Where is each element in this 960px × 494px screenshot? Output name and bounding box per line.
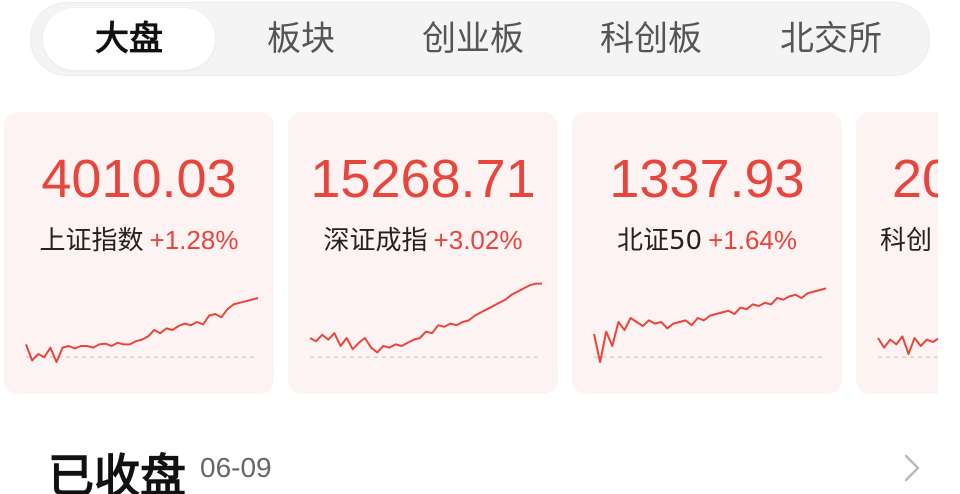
index-change: +1.28% — [149, 225, 239, 255]
index-card-shanghai[interactable]: 4010.03 上证指数 +1.28% — [4, 112, 274, 394]
sparkline — [877, 335, 938, 358]
sparkline-path — [877, 335, 938, 355]
index-value: 20 — [892, 149, 938, 209]
index-name: 上证指数 — [39, 226, 144, 256]
sparkline — [593, 287, 827, 363]
sparkline-path — [593, 287, 827, 363]
tab-beijiaosuo[interactable]: 北交所 — [743, 8, 919, 70]
index-card-bz50[interactable]: 1337.93 北证50 +1.64% — [572, 112, 842, 394]
index-label-row: 深证成指 +3.02% — [288, 220, 558, 257]
tab-dapan[interactable]: 大盘 — [43, 8, 215, 70]
index-name: 科创 — [880, 226, 933, 256]
index-name: 北证50 — [617, 226, 703, 256]
market-tabs: 大盘 板块 创业板 科创板 北交所 — [30, 2, 930, 76]
sparkline-path — [309, 282, 542, 354]
index-label-row: 科创 — [880, 220, 938, 257]
sparkline — [309, 282, 542, 358]
sparkline — [25, 297, 259, 363]
index-change: +1.64% — [708, 225, 797, 255]
status-date: 06-09 — [200, 452, 272, 483]
tab-kechuangban[interactable]: 科创板 — [565, 8, 737, 70]
tab-bankuai[interactable]: 板块 — [215, 8, 387, 70]
index-name: 深证成指 — [323, 226, 428, 256]
index-cards: 4010.03 上证指数 +1.28% 15268.71 深证成指 +3.02% 1… — [0, 110, 938, 396]
index-card-shenzhen[interactable]: 15268.71 深证成指 +3.02% — [288, 112, 558, 394]
index-value: 15268.71 — [310, 149, 536, 209]
index-value: 4010.03 — [41, 149, 237, 209]
index-value: 1337.93 — [609, 149, 805, 209]
tab-chuangyeban[interactable]: 创业板 — [387, 8, 559, 70]
index-label-row: 上证指数 +1.28% — [4, 220, 274, 257]
index-label-row: 北证50 +1.64% — [572, 220, 842, 257]
chevron-right-icon[interactable] — [900, 452, 924, 484]
market-status: 已收盘 — [48, 449, 186, 494]
sparkline-path — [25, 297, 259, 363]
index-change: +3.02% — [433, 225, 523, 255]
index-card-kechuang[interactable]: 20 科创 — [856, 112, 938, 394]
